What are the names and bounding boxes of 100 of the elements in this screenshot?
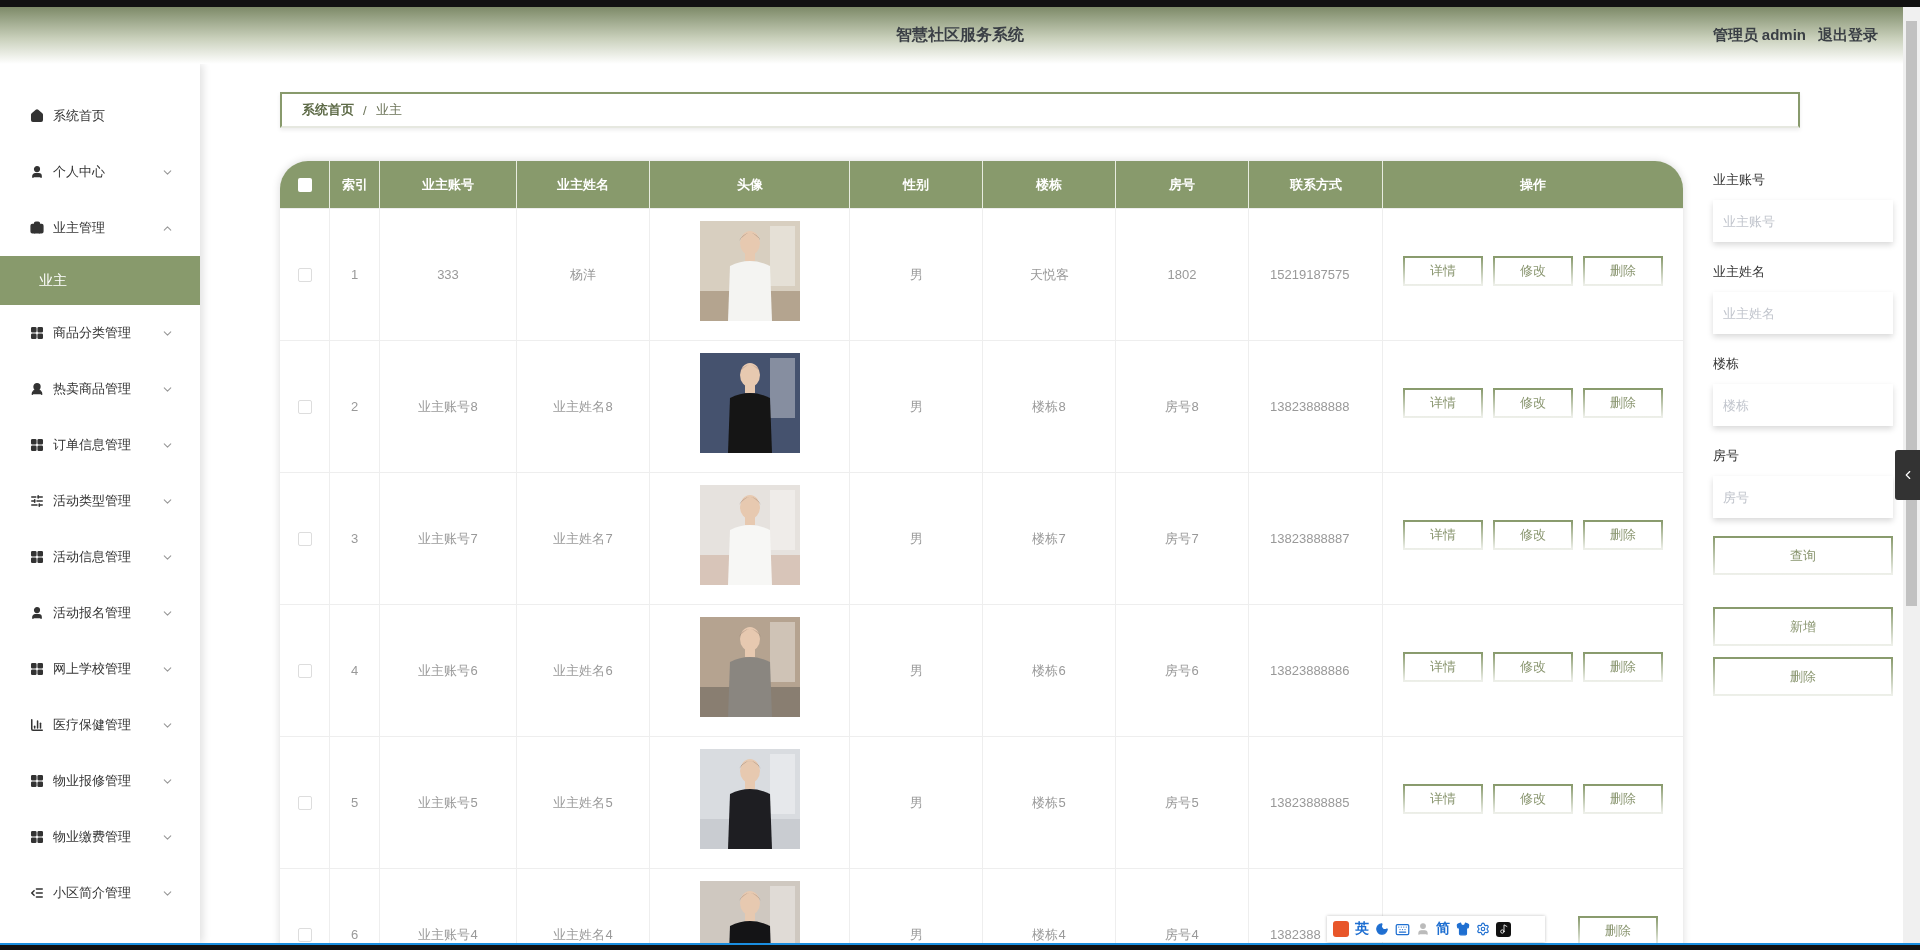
column-header: 房号 bbox=[1169, 175, 1195, 194]
action-button[interactable]: 删除 bbox=[1583, 519, 1663, 550]
row-checkbox[interactable] bbox=[297, 663, 312, 678]
user-icon bbox=[1416, 922, 1430, 936]
briefcase-icon bbox=[30, 221, 44, 235]
menu-item[interactable]: 活动信息管理 bbox=[0, 529, 200, 585]
table-cell: 业主账号8 bbox=[418, 397, 478, 416]
menu-item[interactable]: 个人中心 bbox=[0, 144, 200, 200]
language-toggle[interactable]: 英 bbox=[1355, 920, 1369, 938]
table-cell: 房号4 bbox=[1165, 925, 1199, 943]
grid-icon bbox=[30, 550, 44, 564]
table-cell: 房号8 bbox=[1165, 397, 1199, 416]
action-button[interactable]: 删除 bbox=[1583, 255, 1663, 286]
table-cell: 业主姓名5 bbox=[553, 793, 613, 812]
table-cell: 业主姓名8 bbox=[553, 397, 613, 416]
music-note-icon[interactable] bbox=[1496, 921, 1511, 937]
action-button[interactable]: 修改 bbox=[1493, 783, 1573, 814]
menu-item[interactable]: 活动报名管理 bbox=[0, 585, 200, 641]
table-cell: 业主账号5 bbox=[418, 793, 478, 812]
action-button[interactable]: 详情 bbox=[1403, 519, 1483, 550]
table-cell: 3 bbox=[350, 531, 359, 546]
row-checkbox[interactable] bbox=[297, 795, 312, 810]
search-field[interactable]: 业主姓名 bbox=[1713, 292, 1893, 334]
menu-item[interactable]: 物业报修管理 bbox=[0, 753, 200, 809]
action-button[interactable]: 修改 bbox=[1493, 651, 1573, 682]
menu-item[interactable]: 系统首页 bbox=[0, 88, 200, 144]
search-field[interactable]: 房号 bbox=[1713, 476, 1893, 518]
menu-item[interactable]: 物业缴费管理 bbox=[0, 809, 200, 865]
table-cell: 房号6 bbox=[1165, 661, 1199, 680]
action-button[interactable]: 详情 bbox=[1403, 783, 1483, 814]
menu-item[interactable]: 热卖商品管理 bbox=[0, 361, 200, 417]
table-cell: 房号5 bbox=[1165, 793, 1199, 812]
app-title: 智慧社区服务系统 bbox=[896, 25, 1024, 45]
action-button[interactable]: 详情 bbox=[1403, 255, 1483, 286]
table-cell: 1802 bbox=[1167, 267, 1197, 282]
field-label: 业主姓名 bbox=[1713, 263, 1766, 281]
menu-item[interactable]: 活动类型管理 bbox=[0, 473, 200, 529]
table-cell: 13823888888 bbox=[1270, 399, 1350, 414]
scrollbar[interactable] bbox=[1903, 7, 1920, 943]
breadcrumb-link[interactable]: 系统首页 bbox=[302, 101, 354, 119]
collapse-tab[interactable] bbox=[1895, 450, 1920, 500]
sliders-icon bbox=[30, 494, 44, 508]
row-checkbox[interactable] bbox=[297, 927, 312, 942]
grid-icon bbox=[30, 830, 44, 844]
settings-icon bbox=[1476, 922, 1490, 936]
action-button[interactable]: 修改 bbox=[1493, 387, 1573, 418]
action-button[interactable]: 详情 bbox=[1403, 651, 1483, 682]
table-cell: 6 bbox=[350, 927, 359, 942]
grid-icon bbox=[30, 774, 44, 788]
action-button[interactable]: 删除 bbox=[1578, 915, 1658, 943]
home-icon bbox=[30, 109, 44, 123]
table-cell: 13823888887 bbox=[1270, 531, 1350, 546]
menu-item[interactable]: 网上学校管理 bbox=[0, 641, 200, 697]
menu-item[interactable]: 医疗保健管理 bbox=[0, 697, 200, 753]
table-cell: 男 bbox=[909, 793, 923, 812]
table-cell: 业主账号7 bbox=[418, 529, 478, 548]
table-cell: 333 bbox=[437, 267, 459, 282]
column-header: 性别 bbox=[903, 175, 929, 194]
grid-icon bbox=[30, 662, 44, 676]
action-button[interactable]: 修改 bbox=[1493, 519, 1573, 550]
menu-item[interactable]: 商品分类管理 bbox=[0, 305, 200, 361]
submenu-item[interactable]: 业主 bbox=[0, 256, 200, 305]
table-cell: 男 bbox=[909, 661, 923, 680]
table-cell: 楼栋5 bbox=[1032, 793, 1066, 812]
table-cell: 男 bbox=[909, 529, 923, 548]
action-button[interactable]: 修改 bbox=[1493, 255, 1573, 286]
table-cell: 4 bbox=[350, 663, 359, 678]
delete-button[interactable]: 删除 bbox=[1713, 657, 1893, 696]
action-button[interactable]: 详情 bbox=[1403, 387, 1483, 418]
table-cell: 楼栋4 bbox=[1032, 925, 1066, 943]
action-button[interactable]: 删除 bbox=[1583, 387, 1663, 418]
table-cell: 男 bbox=[909, 925, 923, 943]
query-button[interactable]: 查询 bbox=[1713, 536, 1893, 575]
logout-link[interactable]: 退出登录 bbox=[1818, 26, 1878, 45]
search-field[interactable]: 楼栋 bbox=[1713, 384, 1893, 426]
column-header: 索引 bbox=[341, 175, 368, 194]
search-field[interactable]: 业主账号 bbox=[1713, 200, 1893, 242]
scrollbar-thumb[interactable] bbox=[1906, 21, 1917, 606]
keyboard-icon bbox=[1395, 921, 1410, 937]
row-checkbox[interactable] bbox=[297, 399, 312, 414]
action-button[interactable]: 删除 bbox=[1583, 783, 1663, 814]
table-cell: 2 bbox=[350, 399, 359, 414]
script-toggle[interactable]: 简 bbox=[1436, 920, 1450, 938]
action-button[interactable]: 删除 bbox=[1583, 651, 1663, 682]
column-header: 联系方式 bbox=[1289, 175, 1342, 194]
add-button[interactable]: 新增 bbox=[1713, 607, 1893, 646]
table-cell: 楼栋7 bbox=[1032, 529, 1066, 548]
moon-icon bbox=[1375, 922, 1389, 936]
table-cell: 业主姓名4 bbox=[553, 925, 613, 943]
menu-item[interactable]: 业主管理 bbox=[0, 200, 200, 256]
table-cell: 业主姓名7 bbox=[553, 529, 613, 548]
row-checkbox[interactable] bbox=[297, 267, 312, 282]
menu-item[interactable]: 小区简介管理 bbox=[0, 865, 200, 921]
breadcrumb-current: 业主 bbox=[375, 101, 402, 119]
menu-item[interactable]: 订单信息管理 bbox=[0, 417, 200, 473]
row-checkbox[interactable] bbox=[297, 531, 312, 546]
shirt-icon bbox=[1456, 922, 1470, 936]
select-all-checkbox[interactable] bbox=[297, 177, 312, 192]
grid-icon bbox=[30, 438, 44, 452]
user-name: 管理员 admin bbox=[1712, 26, 1806, 45]
